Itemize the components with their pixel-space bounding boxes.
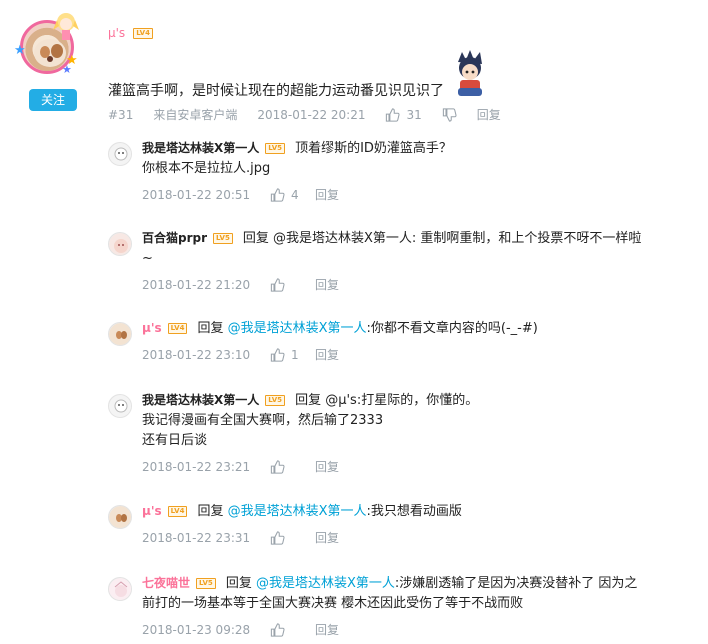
reply-username[interactable]: μ's <box>142 504 162 518</box>
reply-time: 2018-01-22 23:10 <box>142 347 251 362</box>
reply-text-line: :你都不看文章内容的吗(-_-#) <box>366 321 538 336</box>
like-button[interactable] <box>270 459 315 474</box>
reply-username[interactable]: 百合猫prpr <box>142 231 207 245</box>
main-comment-text: 灌篮高手啊，是时候让现在的超能力运动番见识见识了 <box>108 83 444 99</box>
floor-number: #31 <box>108 107 134 122</box>
reply-button[interactable]: 回复 <box>315 529 339 546</box>
reply-text-line: :我只想看动画版 <box>366 504 462 519</box>
reply-text-line: 回复 @我是塔达林装X第一人: 重制啊重制，和上个投票不呀不一样啦 <box>242 231 642 246</box>
reply-button[interactable]: 回复 <box>315 186 339 203</box>
level-badge: LV5 <box>213 233 233 244</box>
reply-text-line: 回复 @μ's:打星际的，你懂的。 <box>295 393 479 408</box>
reply-username[interactable]: 我是塔达林装X第一人 <box>142 141 259 155</box>
reply-text-line: 顶着缪斯的ID奶灌篮高手？ <box>295 141 452 156</box>
reply-item: 百合猫prpr LV5 回复 @我是塔达林装X第一人: 重制啊重制，和上个投票不呀不… <box>108 228 698 298</box>
like-button[interactable] <box>270 530 315 545</box>
comment-time: 2018-01-22 20:21 <box>257 107 366 122</box>
like-icon <box>270 187 285 202</box>
like-icon <box>270 622 285 637</box>
reply-text-line: 还有日后谈 <box>142 433 208 448</box>
level-badge: LV4 <box>133 27 153 39</box>
dislike-icon <box>442 107 457 122</box>
reply-meta: 2018-01-22 21:20 回复 <box>142 276 339 293</box>
client-label: 来自安卓客户端 <box>153 108 238 122</box>
like-button[interactable]: 31 <box>385 107 422 122</box>
main-username-row: μ's LV4 <box>108 26 153 40</box>
reply-time: 2018-01-22 20:51 <box>142 187 251 202</box>
reply-button[interactable]: 回复 <box>315 276 339 293</box>
reply-item: μ's LV4 回复 @我是塔达林装X第一人:你都不看文章内容的吗(-_-#) 20… <box>108 318 698 368</box>
reply-text-line: 前打的一场基本等于全国大赛决赛 樱木还因此受伤了等于不战而败 <box>142 596 524 611</box>
reply-item: 七夜喵世 LV5 回复 @我是塔达林装X第一人:涉嫌剧透输了是因为决赛没替补了 因为… <box>108 573 698 643</box>
anime-girl-decoration-icon <box>53 13 79 40</box>
like-button[interactable]: 1 <box>270 348 315 362</box>
like-button[interactable]: 4 <box>270 188 315 202</box>
reply-meta: 2018-01-22 23:10 1 回复 <box>142 346 339 363</box>
reply-username[interactable]: 七夜喵世 <box>142 576 190 590</box>
reply-meta: 2018-01-22 20:51 4 回复 <box>142 186 339 203</box>
reply-text-line: :涉嫌剧透输了是因为决赛没替补了 因为之 <box>394 576 638 591</box>
reply-meta: 2018-01-23 09:28 回复 <box>142 621 339 638</box>
like-count: 31 <box>406 107 422 122</box>
like-icon <box>270 277 285 292</box>
like-icon <box>270 530 285 545</box>
avatar[interactable] <box>108 577 132 601</box>
reply-meta: 2018-01-22 23:21 回复 <box>142 458 339 475</box>
reply-time: 2018-01-22 23:21 <box>142 459 251 474</box>
reply-time: 2018-01-22 23:31 <box>142 530 251 545</box>
level-badge: LV4 <box>167 506 188 517</box>
like-icon <box>270 347 285 362</box>
mention-link[interactable]: @我是塔达林装X第一人 <box>256 576 395 591</box>
reply-button[interactable]: 回复 <box>477 106 501 123</box>
reply-item: 我是塔达林装X第一人 LV5 回复 @μ's:打星际的，你懂的。 我记得漫画有全国大… <box>108 390 698 480</box>
like-icon <box>270 459 285 474</box>
avatar[interactable] <box>108 505 132 529</box>
reply-prefix: 回复 <box>197 504 224 519</box>
reply-button[interactable]: 回复 <box>315 346 339 363</box>
anime-boy-sticker-icon <box>458 50 482 96</box>
dislike-button[interactable] <box>442 107 457 122</box>
reply-item: 我是塔达林装X第一人 LV5 顶着缪斯的ID奶灌篮高手？ 你根本不是拉拉人.jpg … <box>108 138 698 208</box>
like-button[interactable] <box>270 277 315 292</box>
reply-prefix: 回复 <box>225 576 252 591</box>
like-icon <box>386 107 401 122</box>
like-button[interactable] <box>270 622 315 637</box>
avatar[interactable] <box>108 394 132 418</box>
star-icon: ★ <box>62 63 72 76</box>
main-username[interactable]: μ's <box>108 26 125 40</box>
like-count: 4 <box>291 187 299 202</box>
reply-button[interactable]: 回复 <box>315 621 339 638</box>
reply-time: 2018-01-23 09:28 <box>142 622 251 637</box>
avatar[interactable] <box>108 142 132 166</box>
avatar[interactable] <box>108 322 132 346</box>
avatar[interactable] <box>108 232 132 256</box>
reply-prefix: 回复 <box>197 321 224 336</box>
level-badge: LV4 <box>167 323 188 334</box>
follow-button[interactable]: 关注 <box>29 89 77 111</box>
reply-text-line: ~ <box>142 251 153 266</box>
like-count: 1 <box>291 347 299 362</box>
mention-link[interactable]: @我是塔达林装X第一人 <box>228 321 367 336</box>
level-badge: LV5 <box>265 395 286 406</box>
reply-username[interactable]: μ's <box>142 321 162 335</box>
main-comment-meta: #31 来自安卓客户端 2018-01-22 20:21 31 回复 <box>108 106 521 123</box>
level-badge: LV5 <box>196 578 216 589</box>
reply-item: μ's LV4 回复 @我是塔达林装X第一人:我只想看动画版 2018-01-22 … <box>108 501 698 551</box>
reply-meta: 2018-01-22 23:31 回复 <box>142 529 339 546</box>
reply-time: 2018-01-22 21:20 <box>142 277 251 292</box>
level-badge: LV5 <box>265 143 286 154</box>
reply-text-line: 你根本不是拉拉人.jpg <box>142 161 271 176</box>
reply-username[interactable]: 我是塔达林装X第一人 <box>142 393 259 407</box>
star-icon: ★ <box>14 43 26 58</box>
reply-text-line: 我记得漫画有全国大赛啊，然后输了2333 <box>142 413 384 428</box>
reply-button[interactable]: 回复 <box>315 458 339 475</box>
main-avatar[interactable]: ★ ★ ★ <box>14 13 80 76</box>
mention-link[interactable]: @我是塔达林装X第一人 <box>228 504 367 519</box>
